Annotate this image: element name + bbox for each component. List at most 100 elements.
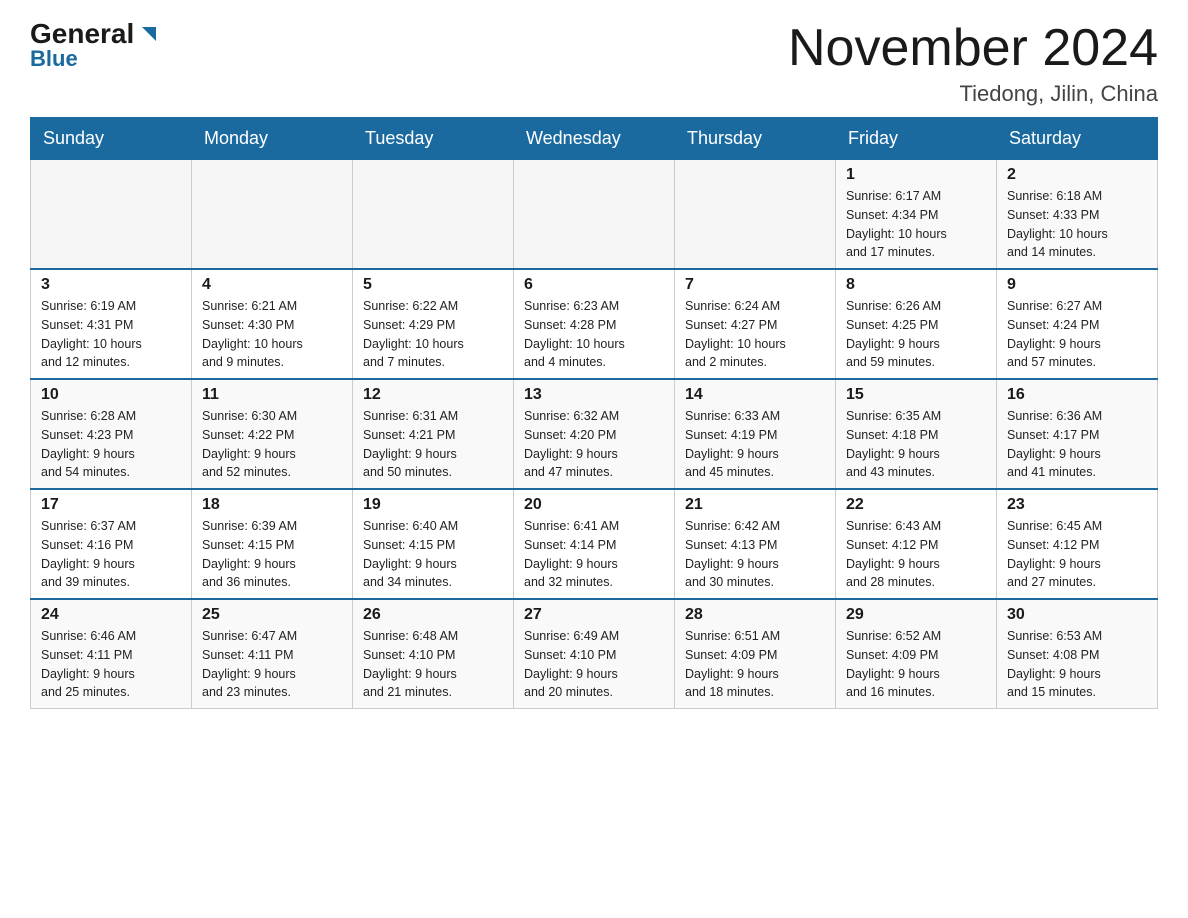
calendar-cell: 4Sunrise: 6:21 AMSunset: 4:30 PMDaylight… [192,269,353,379]
day-info: Sunrise: 6:35 AMSunset: 4:18 PMDaylight:… [846,407,986,482]
calendar-table: SundayMondayTuesdayWednesdayThursdayFrid… [30,117,1158,709]
calendar-cell: 14Sunrise: 6:33 AMSunset: 4:19 PMDayligh… [675,379,836,489]
day-number: 20 [524,496,664,514]
page-header: General Blue November 2024 Tiedong, Jili… [30,20,1158,107]
day-info: Sunrise: 6:24 AMSunset: 4:27 PMDaylight:… [685,297,825,372]
calendar-cell: 27Sunrise: 6:49 AMSunset: 4:10 PMDayligh… [514,599,675,709]
weekday-header-sunday: Sunday [31,118,192,160]
day-info: Sunrise: 6:42 AMSunset: 4:13 PMDaylight:… [685,517,825,592]
day-number: 6 [524,276,664,294]
calendar-week-row: 1 Sunrise: 6:17 AMSunset: 4:34 PMDaylight… [31,160,1158,270]
calendar-cell: 23 Sunrise: 6:45 AMSunset: 4:12 PMDayligh… [997,489,1158,599]
calendar-cell: 2 Sunrise: 6:18 AMSunset: 4:33 PMDaylight… [997,160,1158,270]
calendar-cell: 13 Sunrise: 6:32 AMSunset: 4:20 PMDayligh… [514,379,675,489]
day-number: 12 [363,386,503,404]
day-number: 26 [363,606,503,624]
day-info: Sunrise: 6:37 AMSunset: 4:16 PMDaylight:… [41,517,181,592]
calendar-cell: 12 Sunrise: 6:31 AMSunset: 4:21 PMDayligh… [353,379,514,489]
calendar-cell: 16 Sunrise: 6:36 AMSunset: 4:17 PMDayligh… [997,379,1158,489]
day-info: Sunrise: 6:18 AMSunset: 4:33 PMDaylight:… [1007,187,1147,262]
calendar-cell [192,160,353,270]
calendar-cell: 29 Sunrise: 6:52 AMSunset: 4:09 PMDayligh… [836,599,997,709]
day-number: 8 [846,276,986,294]
day-info: Sunrise: 6:28 AMSunset: 4:23 PMDaylight:… [41,407,181,482]
calendar-cell: 3 Sunrise: 6:19 AMSunset: 4:31 PMDaylight… [31,269,192,379]
day-info: Sunrise: 6:36 AMSunset: 4:17 PMDaylight:… [1007,407,1147,482]
calendar-week-row: 24 Sunrise: 6:46 AMSunset: 4:11 PMDayligh… [31,599,1158,709]
weekday-header-tuesday: Tuesday [353,118,514,160]
day-info: Sunrise: 6:31 AMSunset: 4:21 PMDaylight:… [363,407,503,482]
title-section: November 2024 Tiedong, Jilin, China [788,20,1158,107]
weekday-header-monday: Monday [192,118,353,160]
day-number: 30 [1007,606,1147,624]
day-number: 18 [202,496,342,514]
calendar-cell: 1 Sunrise: 6:17 AMSunset: 4:34 PMDaylight… [836,160,997,270]
calendar-cell [31,160,192,270]
month-title: November 2024 [788,20,1158,77]
logo-general-text: General [30,20,134,48]
calendar-cell: 15 Sunrise: 6:35 AMSunset: 4:18 PMDayligh… [836,379,997,489]
day-number: 16 [1007,386,1147,404]
day-info: Sunrise: 6:40 AMSunset: 4:15 PMDaylight:… [363,517,503,592]
calendar-week-row: 10 Sunrise: 6:28 AMSunset: 4:23 PMDayligh… [31,379,1158,489]
day-number: 23 [1007,496,1147,514]
calendar-cell: 18 Sunrise: 6:39 AMSunset: 4:15 PMDayligh… [192,489,353,599]
weekday-header-saturday: Saturday [997,118,1158,160]
day-number: 24 [41,606,181,624]
day-number: 15 [846,386,986,404]
day-info: Sunrise: 6:17 AMSunset: 4:34 PMDaylight:… [846,187,986,262]
calendar-cell: 21 Sunrise: 6:42 AMSunset: 4:13 PMDayligh… [675,489,836,599]
logo: General Blue [30,20,160,72]
day-info: Sunrise: 6:26 AMSunset: 4:25 PMDaylight:… [846,297,986,372]
day-info: Sunrise: 6:23 AMSunset: 4:28 PMDaylight:… [524,297,664,372]
day-info: Sunrise: 6:19 AMSunset: 4:31 PMDaylight:… [41,297,181,372]
day-info: Sunrise: 6:22 AMSunset: 4:29 PMDaylight:… [363,297,503,372]
day-number: 13 [524,386,664,404]
day-number: 9 [1007,276,1147,294]
calendar-cell [675,160,836,270]
weekday-header-wednesday: Wednesday [514,118,675,160]
logo-arrow-icon [138,23,160,45]
calendar-cell: 17Sunrise: 6:37 AMSunset: 4:16 PMDayligh… [31,489,192,599]
day-info: Sunrise: 6:47 AMSunset: 4:11 PMDaylight:… [202,627,342,702]
day-number: 3 [41,276,181,294]
day-number: 1 [846,166,986,184]
calendar-cell: 8 Sunrise: 6:26 AMSunset: 4:25 PMDaylight… [836,269,997,379]
day-number: 29 [846,606,986,624]
day-info: Sunrise: 6:51 AMSunset: 4:09 PMDaylight:… [685,627,825,702]
calendar-cell: 6 Sunrise: 6:23 AMSunset: 4:28 PMDaylight… [514,269,675,379]
day-info: Sunrise: 6:48 AMSunset: 4:10 PMDaylight:… [363,627,503,702]
calendar-cell: 24 Sunrise: 6:46 AMSunset: 4:11 PMDayligh… [31,599,192,709]
day-info: Sunrise: 6:43 AMSunset: 4:12 PMDaylight:… [846,517,986,592]
day-info: Sunrise: 6:39 AMSunset: 4:15 PMDaylight:… [202,517,342,592]
weekday-header-row: SundayMondayTuesdayWednesdayThursdayFrid… [31,118,1158,160]
calendar-cell: 26 Sunrise: 6:48 AMSunset: 4:10 PMDayligh… [353,599,514,709]
day-number: 2 [1007,166,1147,184]
calendar-cell: 22Sunrise: 6:43 AMSunset: 4:12 PMDayligh… [836,489,997,599]
day-info: Sunrise: 6:45 AMSunset: 4:12 PMDaylight:… [1007,517,1147,592]
day-info: Sunrise: 6:46 AMSunset: 4:11 PMDaylight:… [41,627,181,702]
weekday-header-thursday: Thursday [675,118,836,160]
day-info: Sunrise: 6:32 AMSunset: 4:20 PMDaylight:… [524,407,664,482]
calendar-cell: 9 Sunrise: 6:27 AMSunset: 4:24 PMDaylight… [997,269,1158,379]
day-number: 21 [685,496,825,514]
day-info: Sunrise: 6:41 AMSunset: 4:14 PMDaylight:… [524,517,664,592]
weekday-header-friday: Friday [836,118,997,160]
calendar-cell: 30Sunrise: 6:53 AMSunset: 4:08 PMDayligh… [997,599,1158,709]
day-number: 25 [202,606,342,624]
day-info: Sunrise: 6:30 AMSunset: 4:22 PMDaylight:… [202,407,342,482]
day-info: Sunrise: 6:52 AMSunset: 4:09 PMDaylight:… [846,627,986,702]
calendar-cell: 28Sunrise: 6:51 AMSunset: 4:09 PMDayligh… [675,599,836,709]
logo-blue-text: Blue [30,46,78,72]
day-number: 5 [363,276,503,294]
calendar-cell: 25 Sunrise: 6:47 AMSunset: 4:11 PMDayligh… [192,599,353,709]
day-number: 27 [524,606,664,624]
day-number: 4 [202,276,342,294]
calendar-cell: 5 Sunrise: 6:22 AMSunset: 4:29 PMDaylight… [353,269,514,379]
day-number: 10 [41,386,181,404]
calendar-week-row: 17Sunrise: 6:37 AMSunset: 4:16 PMDayligh… [31,489,1158,599]
day-number: 7 [685,276,825,294]
day-info: Sunrise: 6:27 AMSunset: 4:24 PMDaylight:… [1007,297,1147,372]
calendar-cell [353,160,514,270]
day-number: 14 [685,386,825,404]
